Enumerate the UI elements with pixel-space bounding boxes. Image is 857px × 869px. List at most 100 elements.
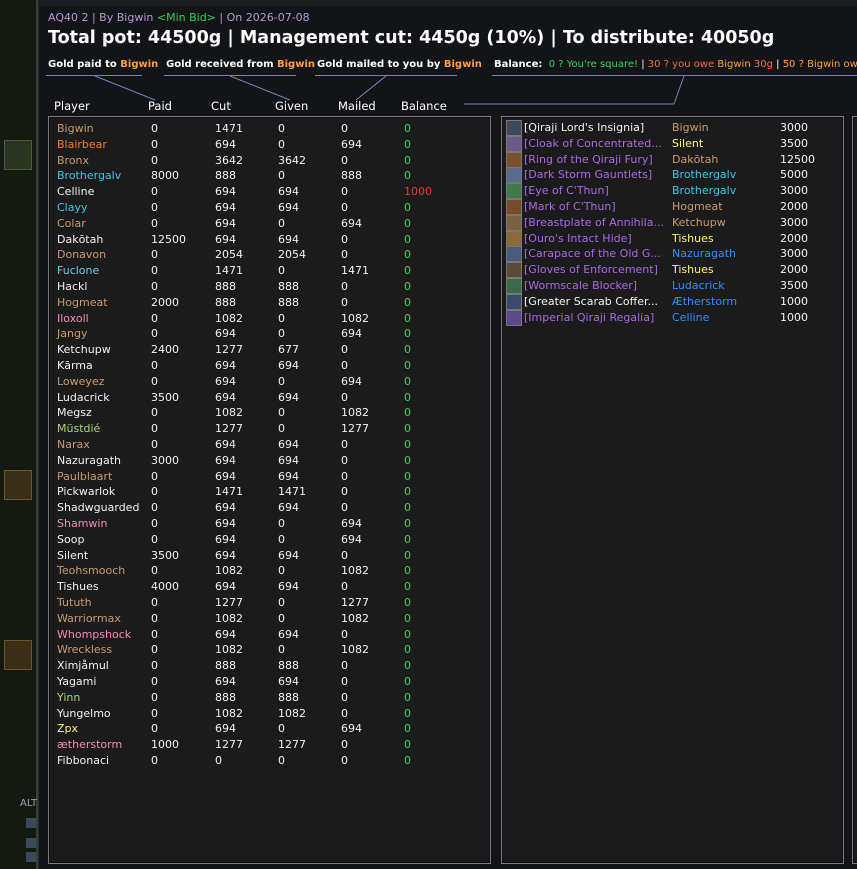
item-name[interactable]: [Cloak of Concentrated... <box>524 137 668 150</box>
item-icon[interactable] <box>506 230 522 247</box>
item-icon[interactable] <box>506 293 522 310</box>
table-row[interactable]: Colar 0 694 0 694 0 <box>49 217 490 233</box>
table-row[interactable]: Yinn 0 888 888 0 0 <box>49 691 490 707</box>
table-row[interactable]: Ximjåmul 0 888 888 0 0 <box>49 659 490 675</box>
table-row[interactable]: Kārma 0 694 694 0 0 <box>49 359 490 375</box>
loot-row[interactable]: [Wormscale Blocker] Ludacrick 3500 <box>502 278 843 294</box>
table-row[interactable]: Nazuragath 3000 694 694 0 0 <box>49 454 490 470</box>
chat-slot-icon[interactable] <box>26 852 36 862</box>
table-row[interactable]: Pickwarlok 0 1471 1471 0 0 <box>49 485 490 501</box>
table-row[interactable]: Ketchupw 2400 1277 677 0 0 <box>49 343 490 359</box>
table-row[interactable]: Tishues 4000 694 694 0 0 <box>49 580 490 596</box>
item-name[interactable]: [Gloves of Enforcement] <box>524 263 668 276</box>
item-name[interactable]: [Carapace of the Old G... <box>524 247 668 260</box>
balance-cell: 0 <box>404 754 411 767</box>
loot-row[interactable]: [Ouro's Intact Hide] Tishues 2000 <box>502 230 843 247</box>
table-row[interactable]: Celline 0 694 694 0 1000 <box>49 185 490 201</box>
table-row[interactable]: Megsz 0 1082 0 1082 0 <box>49 406 490 422</box>
table-row[interactable]: Loweyez 0 694 0 694 0 <box>49 375 490 391</box>
chat-slot-icon[interactable] <box>26 838 36 848</box>
item-icon[interactable] <box>506 167 522 184</box>
item-icon[interactable] <box>506 278 522 294</box>
item-icon[interactable] <box>506 135 522 152</box>
item-name[interactable]: [Breastplate of Annihila... <box>524 216 668 229</box>
table-row[interactable]: Tututh 0 1277 0 1277 0 <box>49 596 490 612</box>
table-row[interactable]: Fibbonaci 0 0 0 0 0 <box>49 754 490 770</box>
chat-slot-icon[interactable] <box>26 818 36 828</box>
table-row[interactable]: Jangy 0 694 0 694 0 <box>49 327 490 343</box>
item-name[interactable]: [Dark Storm Gauntlets] <box>524 168 668 181</box>
item-name[interactable]: [Ring of the Qiraji Fury] <box>524 153 668 166</box>
item-name[interactable]: [Qiraji Lord's Insignia] <box>524 121 668 134</box>
table-row[interactable]: Brothergalv 8000 888 0 888 0 <box>49 169 490 185</box>
loot-row[interactable]: [Cloak of Concentrated... Silent 3500 <box>502 135 843 152</box>
table-row[interactable]: Shamwin 0 694 0 694 0 <box>49 517 490 533</box>
col-header-mailed[interactable]: Mailed <box>338 99 376 113</box>
loot-row[interactable]: [Mark of C'Thun] Hogmeat 2000 <box>502 199 843 215</box>
table-row[interactable]: Whompshock 0 694 694 0 0 <box>49 628 490 644</box>
table-row[interactable]: Narax 0 694 694 0 0 <box>49 438 490 454</box>
item-icon[interactable] <box>506 151 522 168</box>
item-icon[interactable] <box>506 246 522 263</box>
loot-row[interactable]: [Qiraji Lord's Insignia] Bigwin 3000 <box>502 120 843 136</box>
action-slot-icon[interactable] <box>4 140 32 170</box>
item-icon[interactable] <box>506 309 522 326</box>
loot-row[interactable]: [Eye of C'Thun] Brothergalv 3000 <box>502 183 843 200</box>
table-row[interactable]: Dakōtah 12500 694 694 0 0 <box>49 233 490 249</box>
item-name[interactable]: [Imperial Qiraji Regalia] <box>524 311 668 324</box>
table-row[interactable]: Bronx 0 3642 3642 0 0 <box>49 154 490 170</box>
table-row[interactable]: Müstdié 0 1277 0 1277 0 <box>49 422 490 438</box>
mailed-cell: 0 <box>341 122 348 135</box>
action-slot-icon[interactable] <box>4 470 32 500</box>
table-row[interactable]: Zpx 0 694 0 694 0 <box>49 722 490 738</box>
item-icon[interactable] <box>506 120 522 136</box>
item-icon[interactable] <box>506 183 522 200</box>
mailed-cell: 1082 <box>341 611 369 625</box>
table-row[interactable]: Wreckless 0 1082 0 1082 0 <box>49 643 490 659</box>
table-row[interactable]: Fuclone 0 1471 0 1471 0 <box>49 264 490 280</box>
table-row[interactable]: Yungelmo 0 1082 1082 0 0 <box>49 707 490 723</box>
table-row[interactable]: Clayy 0 694 694 0 0 <box>49 201 490 217</box>
item-name[interactable]: [Ouro's Intact Hide] <box>524 232 668 245</box>
table-row[interactable]: ætherstorm 1000 1277 1277 0 0 <box>49 738 490 754</box>
col-header-given[interactable]: Given <box>275 99 308 113</box>
given-cell: 0 <box>278 564 285 578</box>
given-cell: 0 <box>278 422 285 436</box>
table-row[interactable]: Warriormax 0 1082 0 1082 0 <box>49 612 490 628</box>
table-row[interactable]: Hogmeat 2000 888 888 0 0 <box>49 296 490 312</box>
table-row[interactable]: Bigwin 0 1471 0 0 0 <box>49 122 490 138</box>
table-row[interactable]: Iloxoll 0 1082 0 1082 0 <box>49 312 490 328</box>
table-row[interactable]: Donavon 0 2054 2054 0 0 <box>49 248 490 264</box>
loot-row[interactable]: [Carapace of the Old G... Nazuragath 3000 <box>502 246 843 263</box>
cut-cell: 888 <box>215 690 236 704</box>
item-icon[interactable] <box>506 214 522 231</box>
col-header-cut[interactable]: Cut <box>211 99 231 113</box>
loot-row[interactable]: [Imperial Qiraji Regalia] Celline 1000 <box>502 309 843 326</box>
paid-cell: 3500 <box>151 548 179 562</box>
action-slot-icon[interactable] <box>4 640 32 670</box>
item-name[interactable]: [Greater Scarab Coffer... <box>524 295 668 308</box>
loot-row[interactable]: [Breastplate of Annihila... Ketchupw 3000 <box>502 214 843 231</box>
loot-row[interactable]: [Dark Storm Gauntlets] Brothergalv 5000 <box>502 167 843 184</box>
item-name[interactable]: [Wormscale Blocker] <box>524 279 668 292</box>
table-row[interactable]: Yagami 0 694 694 0 0 <box>49 675 490 691</box>
col-header-player[interactable]: Player <box>54 99 90 113</box>
item-name[interactable]: [Eye of C'Thun] <box>524 184 668 197</box>
item-name[interactable]: [Mark of C'Thun] <box>524 200 668 213</box>
table-row[interactable]: Hackl 0 888 888 0 0 <box>49 280 490 296</box>
table-row[interactable]: Ludacrick 3500 694 694 0 0 <box>49 391 490 407</box>
loot-row[interactable]: [Gloves of Enforcement] Tishues 2000 <box>502 262 843 279</box>
item-icon[interactable] <box>506 262 522 279</box>
table-row[interactable]: Soop 0 694 0 694 0 <box>49 533 490 549</box>
item-icon[interactable] <box>506 199 522 215</box>
table-row[interactable]: Shadwguarded 0 694 694 0 0 <box>49 501 490 517</box>
table-row[interactable]: Paulblaart 0 694 694 0 0 <box>49 470 490 486</box>
loot-row[interactable]: [Greater Scarab Coffer... Ætherstorm 1000 <box>502 293 843 310</box>
player-name: Iloxoll <box>57 311 89 325</box>
loot-row[interactable]: [Ring of the Qiraji Fury] Dakōtah 12500 <box>502 151 843 168</box>
table-row[interactable]: Teohsmooch 0 1082 0 1082 0 <box>49 564 490 580</box>
table-row[interactable]: Blairbear 0 694 0 694 0 <box>49 138 490 154</box>
col-header-balance[interactable]: Balance <box>401 99 447 113</box>
table-row[interactable]: Silent 3500 694 694 0 0 <box>49 549 490 565</box>
col-header-paid[interactable]: Paid <box>148 99 172 113</box>
